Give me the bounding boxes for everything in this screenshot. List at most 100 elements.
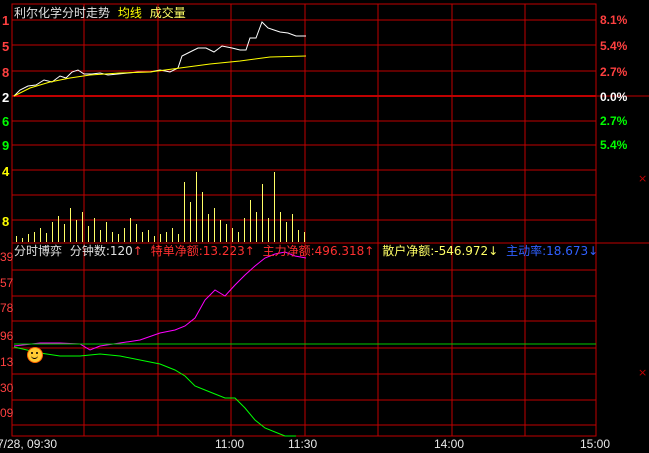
time-axis-start: 7/28, 09:30 xyxy=(0,437,58,451)
big-order-value: 13.223 xyxy=(202,244,245,258)
volume-bar xyxy=(160,234,161,242)
volume-bar xyxy=(28,234,29,242)
volume-bar xyxy=(34,232,35,242)
time-tick-1100: 11:00 xyxy=(215,437,245,451)
volume-bar xyxy=(130,218,131,242)
smiley-icon[interactable] xyxy=(27,347,43,363)
volume-legend: 成交量 xyxy=(149,6,186,20)
volume-bar xyxy=(274,172,275,242)
time-tick-1130: 11:30 xyxy=(288,437,318,451)
average-price-line xyxy=(13,55,307,97)
price-label-up-2: 5 xyxy=(2,39,10,54)
volume-bar xyxy=(106,222,107,242)
volume-bar xyxy=(226,224,227,242)
volume-bar xyxy=(40,228,41,242)
arrow-up-icon: ↑ xyxy=(364,244,375,258)
pct-label-down-2: 5.4% xyxy=(600,138,628,152)
volume-bar xyxy=(280,212,281,242)
chart-header: 利尔化学分时走势 均线 成交量 xyxy=(14,6,186,20)
volume-bar xyxy=(238,232,239,242)
volume-bar xyxy=(82,212,83,242)
price-label-up-3: 1 xyxy=(2,13,10,28)
volume-bar xyxy=(268,218,269,242)
volume-bar xyxy=(304,232,305,242)
main-flow-line xyxy=(13,251,307,351)
time-tick-1500: 15:00 xyxy=(580,437,611,451)
volume-bar xyxy=(118,234,119,242)
arrow-down-icon: ↓ xyxy=(488,244,499,258)
big-order-label: 特单净额: xyxy=(150,244,203,258)
volume-bar xyxy=(214,208,215,242)
volume-bar xyxy=(178,234,179,242)
volume-bar xyxy=(154,236,155,242)
arrow-up-icon: ↑ xyxy=(132,244,143,258)
indicator-name[interactable]: 分时博弈 xyxy=(14,244,62,258)
volume-bar xyxy=(256,212,257,242)
volume-bar xyxy=(184,182,185,242)
flow-label-1: 39 xyxy=(0,250,14,264)
volume-bar xyxy=(70,208,71,242)
volume-bar xyxy=(112,232,113,242)
main-flow-label: 主力净额: xyxy=(262,244,315,258)
avg-line-legend: 均线 xyxy=(117,6,142,20)
volume-bar xyxy=(286,222,287,242)
flow-label-4: 96 xyxy=(0,329,14,343)
arrow-down-icon: ↓ xyxy=(588,244,599,258)
volume-bar xyxy=(232,228,233,242)
volume-bar xyxy=(262,184,263,242)
active-ratio-label: 主动率: xyxy=(506,244,547,258)
volume-bar xyxy=(220,220,221,242)
flow-label-2: 57 xyxy=(0,276,14,290)
volume-bar xyxy=(46,233,47,242)
pct-label-up-2: 5.4% xyxy=(600,39,628,53)
volume-bar xyxy=(64,224,65,242)
pct-label-up-3: 8.1% xyxy=(600,13,628,27)
volume-bar xyxy=(22,238,23,242)
close-icon[interactable]: × xyxy=(638,366,647,379)
minute-count-label: 分钟数: xyxy=(69,244,110,258)
flow-label-3: 78 xyxy=(0,301,14,315)
time-tick-1400: 14:00 xyxy=(434,437,465,451)
volume-bar xyxy=(244,218,245,242)
volume-bar xyxy=(76,220,77,242)
volume-bar xyxy=(190,202,191,242)
volume-label-low: 8 xyxy=(2,214,10,229)
stock-title: 利尔化学分时走势 xyxy=(14,6,111,20)
volume-label-high: 4 xyxy=(2,164,10,179)
volume-bar xyxy=(166,232,167,242)
active-ratio-value: 18.673 xyxy=(546,244,589,258)
price-label-down-1: 6 xyxy=(2,114,10,129)
volume-bar xyxy=(16,236,17,242)
volume-bar xyxy=(136,224,137,242)
volume-bar xyxy=(124,228,125,242)
volume-bar xyxy=(94,218,95,242)
volume-bar xyxy=(88,226,89,242)
volume-bar xyxy=(292,214,293,242)
price-label-up-1: 8 xyxy=(2,65,10,80)
pct-label-zero: 0.0% xyxy=(600,90,628,104)
retail-flow-value: -546.972 xyxy=(434,244,489,258)
volume-bar xyxy=(208,214,209,242)
price-line xyxy=(13,21,306,97)
volume-bar xyxy=(142,232,143,242)
volume-bar xyxy=(148,230,149,242)
flow-label-7: 09 xyxy=(0,406,14,420)
volume-bar xyxy=(172,228,173,242)
pct-label-down-1: 2.7% xyxy=(600,114,628,128)
flow-label-6: 30 xyxy=(0,381,14,395)
chart-canvas xyxy=(11,3,649,437)
price-label-zero: 2 xyxy=(2,90,10,105)
volume-bar xyxy=(58,216,59,242)
volume-bar xyxy=(298,230,299,242)
pct-label-up-1: 2.7% xyxy=(600,65,628,79)
main-flow-value: 496.318 xyxy=(314,244,365,258)
price-label-down-2: 9 xyxy=(2,138,10,153)
close-icon[interactable]: × xyxy=(638,172,647,185)
arrow-up-icon: ↑ xyxy=(244,244,255,258)
indicator-bar: 分时博弈 分钟数:120↑ 特单净额:13.223↑ 主力净额:496.318↑… xyxy=(14,244,598,258)
retail-flow-label: 散户净额: xyxy=(382,244,435,258)
flow-label-5: 13 xyxy=(0,355,14,369)
volume-bar xyxy=(250,200,251,242)
volume-bar xyxy=(52,222,53,242)
volume-bar xyxy=(100,230,101,242)
